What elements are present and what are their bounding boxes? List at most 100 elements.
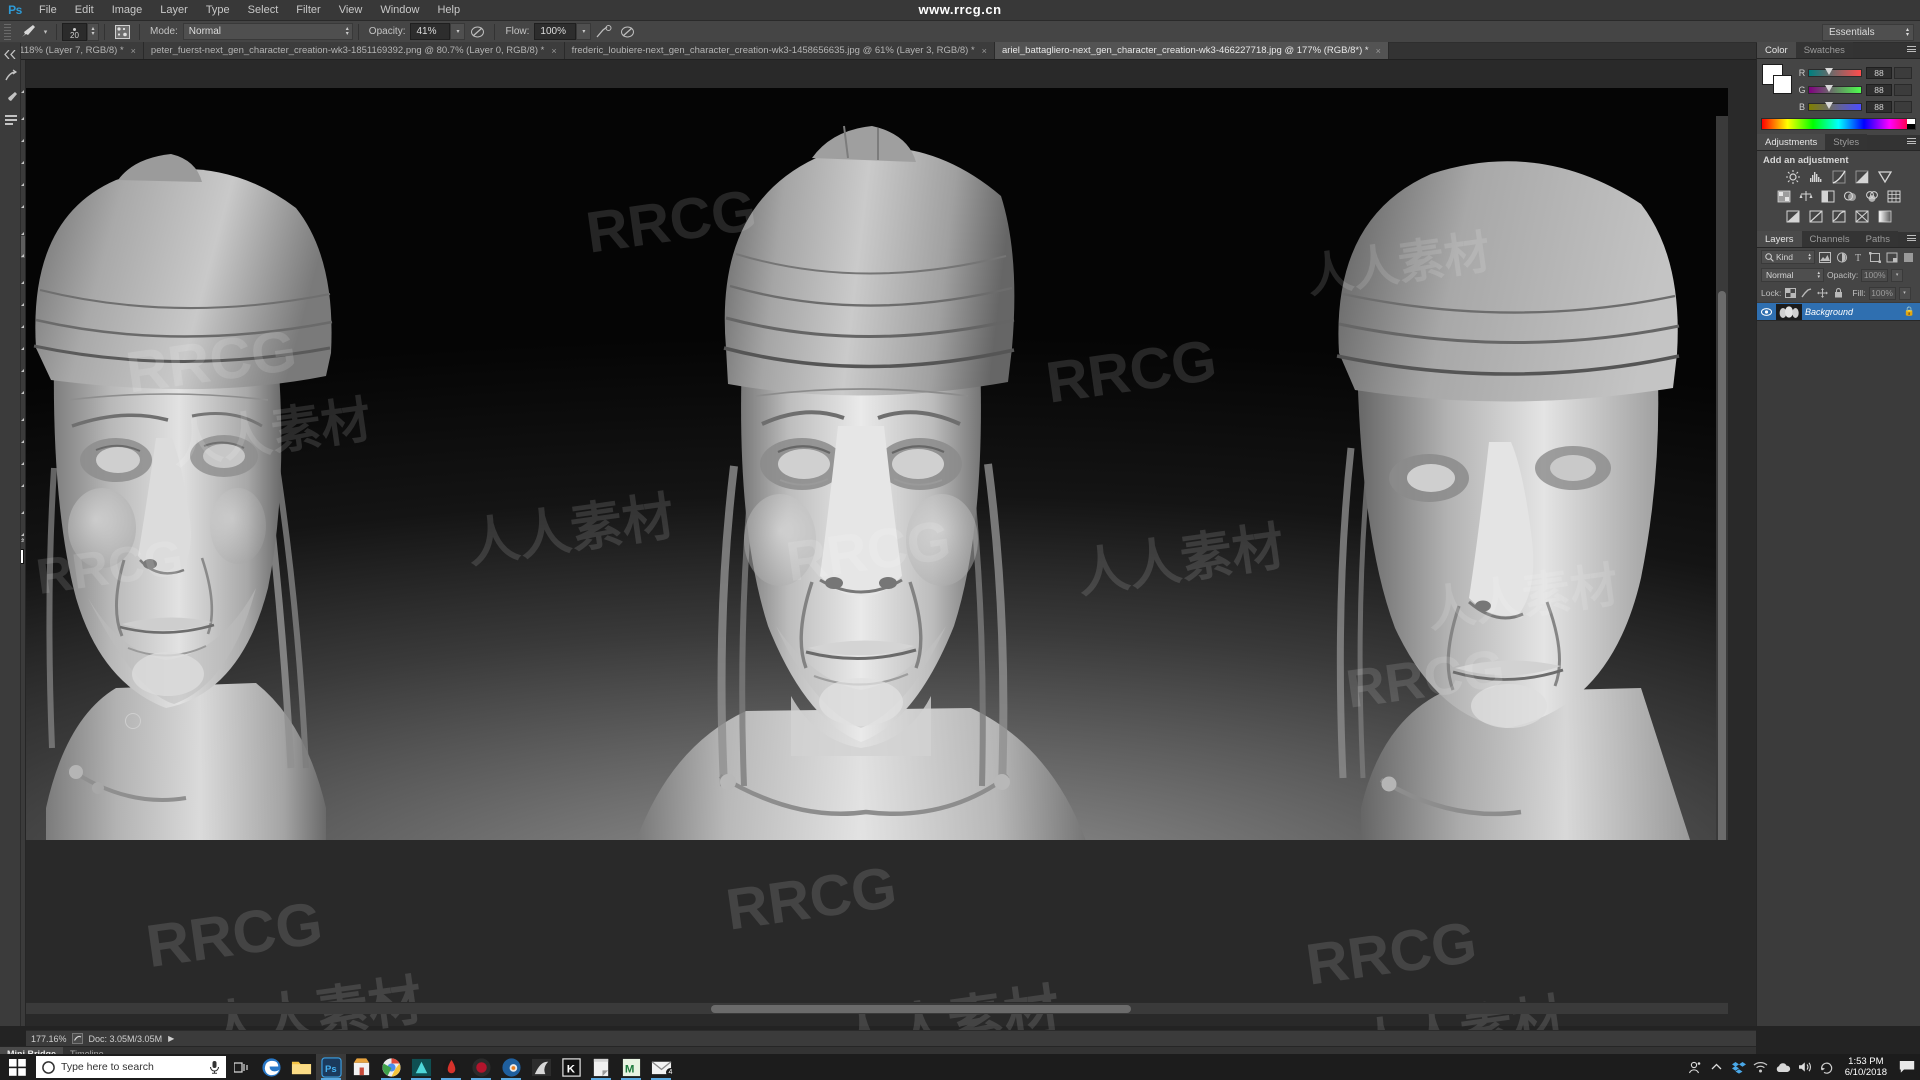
layer-fill-value[interactable]: 100% — [1868, 286, 1896, 300]
airbrush-icon[interactable] — [591, 23, 615, 41]
document-tab-3[interactable]: ariel_battagliero-next_gen_character_cre… — [994, 42, 1389, 59]
color-lookup-icon[interactable] — [1885, 189, 1902, 204]
blender-icon[interactable] — [496, 1054, 526, 1080]
taskbar-clock[interactable]: 1:53 PM 6/10/2018 — [1838, 1056, 1894, 1078]
layer-row[interactable]: Background 🔒 — [1757, 302, 1920, 321]
opacity-dropdown-icon[interactable]: ▾ — [450, 23, 466, 40]
panel-tab-color[interactable]: Color — [1757, 42, 1796, 58]
document-tab-0[interactable]: @ 118% (Layer 7, RGB/8) * × — [0, 42, 144, 59]
photoshop-icon[interactable]: Ps — [316, 1054, 346, 1080]
lock-position-icon[interactable] — [1816, 287, 1829, 300]
layer-filter-toggle[interactable] — [1902, 250, 1916, 264]
microsoft-store-icon[interactable] — [346, 1054, 376, 1080]
chrome-icon[interactable] — [376, 1054, 406, 1080]
people-icon[interactable] — [1684, 1054, 1706, 1080]
menu-item-select[interactable]: Select — [239, 0, 288, 21]
notification-center-icon[interactable]: 4 — [1894, 1054, 1920, 1080]
document-tab-1[interactable]: peter_fuerst-next_gen_character_creation… — [143, 42, 565, 59]
eye-icon[interactable] — [1759, 307, 1773, 316]
panel-tab-adjustments[interactable]: Adjustments — [1757, 134, 1826, 150]
gradient-map-icon[interactable] — [1876, 209, 1893, 224]
menu-item-filter[interactable]: Filter — [287, 0, 329, 21]
color-channel-value[interactable]: 88 — [1866, 100, 1892, 113]
close-icon[interactable]: × — [551, 46, 556, 56]
curves-icon[interactable] — [1830, 169, 1847, 184]
volume-icon[interactable] — [1794, 1054, 1816, 1080]
lock-image-icon[interactable] — [1800, 287, 1813, 300]
levels-icon[interactable] — [1807, 169, 1824, 184]
menu-item-view[interactable]: View — [330, 0, 372, 21]
close-icon[interactable]: × — [1376, 46, 1381, 56]
brush-presets-panel-icon[interactable] — [0, 87, 21, 109]
brush-panel-toggle-icon[interactable] — [110, 23, 134, 41]
chevron-up-icon[interactable] — [1706, 1054, 1728, 1080]
opacity-pressure-icon[interactable] — [465, 23, 489, 41]
menu-item-edit[interactable]: Edit — [66, 0, 103, 21]
smart-object-filter-icon[interactable] — [1885, 250, 1899, 264]
color-channel-slider[interactable] — [1808, 67, 1862, 77]
brush-size-stepper[interactable]: ▴ ▾ — [87, 22, 99, 41]
color-panel-swatches[interactable] — [1762, 64, 1792, 94]
dropbox-icon[interactable] — [1728, 1054, 1750, 1080]
menu-item-file[interactable]: File — [30, 0, 66, 21]
color-channel-slider[interactable] — [1808, 84, 1862, 94]
mail-icon[interactable]: 4 — [646, 1054, 676, 1080]
menu-item-help[interactable]: Help — [428, 0, 469, 21]
blend-mode-select[interactable]: Normal ▴ ▾ — [182, 23, 353, 40]
panel-tab-swatches[interactable]: Swatches — [1795, 42, 1853, 58]
document-canvas[interactable]: RRCG 人人素材 RRCG 人人素材 RRCG 人人素材 RRCG 人人素材 … — [26, 88, 1728, 840]
black-white-icon[interactable] — [1819, 189, 1836, 204]
close-icon[interactable]: × — [131, 46, 136, 56]
vertical-scroll-thumb[interactable] — [1718, 291, 1726, 840]
expand-panels-icon[interactable] — [0, 43, 21, 65]
horizontal-scroll-thumb[interactable] — [711, 1005, 1131, 1013]
slider-knob[interactable] — [1825, 101, 1834, 109]
layer-lock-icon[interactable]: 🔒 — [1904, 306, 1915, 317]
lock-all-icon[interactable] — [1832, 287, 1845, 300]
type-filter-icon[interactable]: T — [1852, 250, 1866, 264]
flow-field[interactable]: 100% — [534, 23, 577, 40]
exposure-icon[interactable] — [1853, 169, 1870, 184]
hue-saturation-icon[interactable] — [1775, 189, 1792, 204]
channel-mixer-icon[interactable] — [1863, 189, 1880, 204]
wifi-icon[interactable] — [1750, 1054, 1772, 1080]
canvas-vertical-scrollbar[interactable] — [1716, 116, 1728, 840]
sync-icon[interactable] — [1816, 1054, 1838, 1080]
adjustments-panel-menu-icon[interactable] — [1907, 138, 1916, 144]
keyshot-icon[interactable] — [526, 1054, 556, 1080]
flow-pressure-icon[interactable] — [615, 23, 639, 41]
document-tab-2[interactable]: frederic_loubiere-next_gen_character_cre… — [564, 42, 995, 59]
panel-tab-styles[interactable]: Styles — [1825, 134, 1868, 150]
color-spectrum-bar[interactable] — [1761, 118, 1916, 130]
brush-preset-chevron-down-icon[interactable]: ▾ — [40, 23, 51, 41]
color-channel-value[interactable]: 88 — [1866, 66, 1892, 79]
onedrive-icon[interactable] — [1772, 1054, 1794, 1080]
workspace-select[interactable]: Essentials ▴ ▾ — [1822, 24, 1914, 41]
substance-icon[interactable] — [436, 1054, 466, 1080]
zoom-refresh-icon[interactable] — [71, 1033, 83, 1044]
canvas-horizontal-scrollbar[interactable] — [26, 1002, 1728, 1014]
brush-size-field[interactable]: 20 — [62, 22, 87, 41]
color-panel-menu-icon[interactable] — [1907, 46, 1916, 52]
close-icon[interactable]: × — [982, 46, 987, 56]
history-panel-icon[interactable] — [0, 65, 21, 87]
panel-tab-layers[interactable]: Layers — [1757, 231, 1802, 247]
task-view-icon[interactable] — [226, 1054, 256, 1080]
search-input[interactable]: Type here to search — [36, 1056, 226, 1078]
pixel-filter-icon[interactable] — [1818, 250, 1832, 264]
selective-color-icon[interactable] — [1853, 209, 1870, 224]
brush-tool-icon[interactable] — [16, 23, 40, 41]
slider-knob[interactable] — [1825, 84, 1834, 92]
color-channel-value[interactable]: 88 — [1866, 83, 1892, 96]
menu-item-image[interactable]: Image — [103, 0, 152, 21]
opacity-field[interactable]: 41% — [410, 23, 451, 40]
flow-dropdown-icon[interactable]: ▾ — [576, 23, 592, 40]
photo-filter-icon[interactable] — [1841, 189, 1858, 204]
marmoset-icon[interactable] — [466, 1054, 496, 1080]
bg-swatch[interactable] — [1773, 75, 1792, 94]
slider-knob[interactable] — [1825, 67, 1834, 75]
color-channel-slider[interactable] — [1808, 101, 1862, 111]
zoom-level[interactable]: 177.16% — [26, 1034, 72, 1044]
layer-opacity-value[interactable]: 100% — [1861, 268, 1889, 282]
color-balance-icon[interactable] — [1797, 189, 1814, 204]
